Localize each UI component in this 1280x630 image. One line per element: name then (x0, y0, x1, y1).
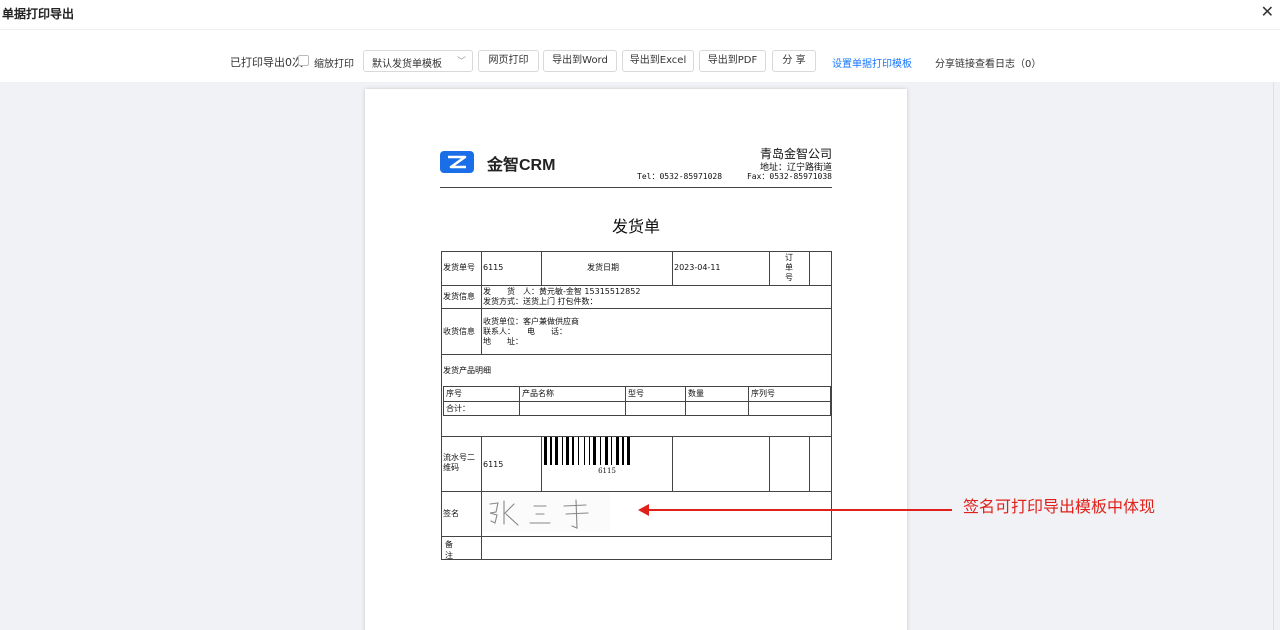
col-divider (769, 251, 770, 285)
logo-icon (440, 151, 474, 173)
ship-info-label: 发货信息 (443, 292, 475, 301)
shipper-line: 发 货 人：黄元敏-金智 15315512852 (483, 287, 641, 296)
detail-label: 发货产品明细 (443, 366, 491, 375)
detail-row-divider (443, 401, 831, 402)
detail-col-header: 型号 (628, 389, 644, 398)
header-divider (440, 187, 832, 188)
sign-label: 签名 (443, 509, 459, 518)
total-label: 合计： (446, 404, 470, 413)
barcode-bar (578, 437, 579, 465)
barcode-bar (616, 437, 619, 465)
barcode-bar (555, 437, 558, 465)
detail-col-header: 数量 (688, 389, 704, 398)
share-button[interactable]: 分 享 (772, 50, 816, 72)
print-count: 已打印导出0次 (230, 56, 303, 69)
document-title: 发货单 (611, 217, 660, 236)
row-divider (441, 308, 832, 309)
serial-value: 6115 (483, 460, 504, 469)
scrollbar-track[interactable] (1273, 82, 1274, 630)
barcode-bar (566, 437, 569, 465)
barcode-image: 6115 (542, 437, 672, 477)
barcode-bar (584, 437, 585, 465)
title-bar: 单据打印导出 ✕ (0, 0, 1280, 30)
barcode-bars (544, 437, 630, 465)
address-line: 地 址： (483, 337, 523, 346)
date-value: 2023-04-11 (674, 263, 721, 272)
recv-unit-line: 收货单位：客户兼做供应商 (483, 317, 579, 326)
remark-text: 备注 (445, 540, 475, 560)
barcode-bar (622, 437, 624, 465)
barcode-bar (562, 437, 563, 465)
template-select[interactable]: 默认发货单模板 ﹀ (363, 50, 473, 72)
web-print-button[interactable]: 网页打印 (478, 50, 539, 72)
barcode-bar (605, 437, 608, 465)
contact-line: 联系人： 电 话： (483, 327, 567, 336)
company-tel: Tel：0532-85971028 (637, 172, 723, 181)
share-log-link[interactable]: 分享链接查看日志（0） (935, 55, 1041, 70)
serial-label: 流水号二维码 (443, 453, 475, 472)
annotation-text: 签名可打印导出模板中体现 (963, 497, 1156, 516)
barcode-bar (627, 437, 630, 465)
row-divider (441, 354, 832, 355)
detail-col-header: 产品名称 (522, 389, 554, 398)
export-pdf-button[interactable]: 导出到PDF (699, 50, 766, 72)
detail-col-header: 序列号 (751, 389, 775, 398)
detail-col-divider (685, 386, 686, 416)
zoom-print-label[interactable]: 缩放打印 (314, 55, 354, 70)
barcode-bar (593, 437, 596, 465)
row-divider (441, 536, 832, 537)
order-label: 订单号 (785, 253, 793, 282)
window-title: 单据打印导出 (2, 7, 75, 21)
col-divider (672, 436, 673, 491)
company-fax: Fax：0532-85971038 (746, 172, 832, 181)
toolbar: 已打印导出0次 缩放打印 默认发货单模板 ﹀ 网页打印 导出到Word 导出到E… (0, 31, 1280, 81)
remark-label: 备注 (445, 539, 479, 561)
logo-text: 金智CRM (487, 157, 556, 174)
detail-col-divider (748, 386, 749, 416)
template-select-value: 默认发货单模板 (372, 59, 442, 70)
arrow-left-icon (638, 504, 649, 516)
date-label: 发货日期 (587, 263, 619, 272)
ship-method-line: 发货方式：送货上门 打包件数： (483, 297, 598, 306)
print-page: 金智CRM 青岛金智公司 地址：辽宁路街道 Tel：0532-85971028 … (365, 89, 907, 630)
signature-strokes (489, 499, 589, 529)
set-template-link[interactable]: 设置单据打印模板 (832, 55, 912, 70)
col-divider (481, 251, 482, 354)
col-divider (541, 251, 542, 285)
barcode-bar (572, 437, 574, 465)
annotation-arrow-line (640, 509, 952, 511)
order-no-label: 发货单号 (443, 263, 475, 272)
barcode-bar (550, 437, 552, 465)
export-excel-button[interactable]: 导出到Excel (622, 50, 694, 72)
row-divider (441, 285, 832, 286)
col-divider (769, 436, 770, 491)
barcode-bar (611, 437, 612, 465)
col-divider (809, 436, 810, 491)
col-divider (809, 251, 810, 285)
close-icon[interactable]: ✕ (1261, 2, 1274, 21)
barcode-text: 6115 (598, 467, 616, 475)
barcode-bar (544, 437, 547, 465)
signature-image (482, 492, 610, 532)
detail-col-header: 序号 (446, 389, 462, 398)
barcode-bar (600, 437, 601, 465)
chevron-down-icon: ﹀ (456, 57, 466, 67)
detail-col-divider (519, 386, 520, 416)
detail-col-divider (625, 386, 626, 416)
order-no-value: 6115 (483, 263, 504, 272)
export-word-button[interactable]: 导出到Word (543, 50, 617, 72)
zoom-print-checkbox[interactable] (298, 55, 309, 66)
col-divider (672, 251, 673, 285)
barcode-bar (589, 437, 590, 465)
recv-info-label: 收货信息 (443, 327, 475, 336)
